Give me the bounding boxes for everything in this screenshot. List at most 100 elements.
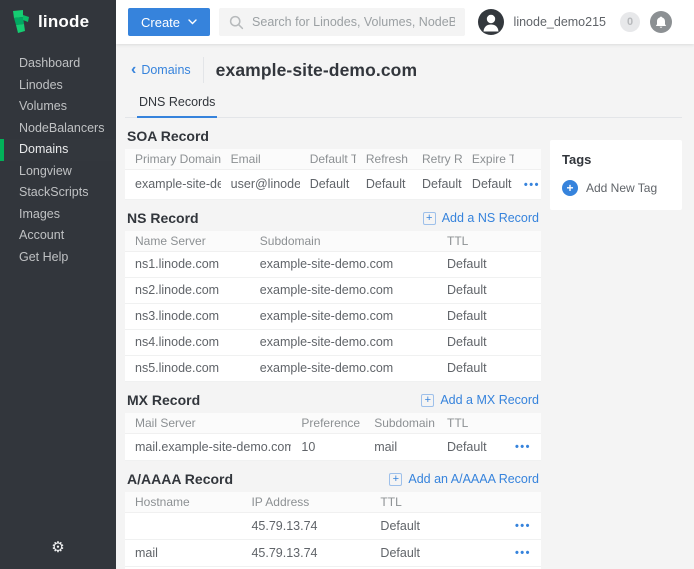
- sidebar-item-stackscripts[interactable]: StackScripts: [0, 182, 116, 204]
- sidebar-item-volumes[interactable]: Volumes: [0, 96, 116, 118]
- breadcrumb: ‹ Domains example-site-demo.com: [125, 57, 682, 83]
- row-actions-ellipsis-icon[interactable]: •••: [515, 547, 531, 559]
- section-a: A/AAAA Record+Add an A/AAAA Record Hostna…: [125, 471, 541, 569]
- column-header-expire-time: Expire Time: [462, 149, 514, 170]
- column-header-ttl: TTL: [437, 413, 499, 434]
- row-actions-cell: •••: [499, 434, 541, 461]
- row-actions-cell: •••: [499, 513, 541, 540]
- sidebar-item-dashboard[interactable]: Dashboard: [0, 53, 116, 75]
- content-columns: SOA RecordPrimary DomainEmailDefault TTL…: [125, 118, 682, 569]
- table-cell: Default: [356, 170, 412, 200]
- tags-column: Tags + Add New Tag: [550, 118, 682, 569]
- a-record-table: HostnameIP AddressTTL 45.79.13.74Default •…: [125, 492, 541, 569]
- column-header-primary-domain: Primary Domain: [125, 149, 221, 170]
- table-cell: ns3.linode.com: [125, 304, 250, 330]
- table-cell: Default: [370, 513, 499, 540]
- notification-count-badge[interactable]: 0: [620, 12, 640, 32]
- row-actions-cell: •••: [499, 540, 541, 567]
- table-row: mail45.79.13.74Default •••: [125, 540, 541, 567]
- user-area: linode_demo215 0: [478, 9, 672, 35]
- soa-record-table: Primary DomainEmailDefault TTLRefresh Ra…: [125, 149, 541, 200]
- table-cell: ns1.linode.com: [125, 252, 250, 278]
- app-window: linode DashboardLinodesVolumesNodeBalanc…: [0, 0, 694, 569]
- add-a-record-link[interactable]: +Add an A/AAAA Record: [389, 472, 539, 486]
- section-title: NS Record: [127, 210, 199, 226]
- table-row: ns4.linode.comexample-site-demo.comDefau…: [125, 330, 541, 356]
- table-row: mail.example-site-demo.com10mailDefault•…: [125, 434, 541, 461]
- column-header-actions: [514, 149, 541, 170]
- add-record-plus-icon: +: [389, 473, 402, 486]
- add-new-tag-label: Add New Tag: [586, 181, 657, 195]
- header-row: HostnameIP AddressTTL: [125, 492, 541, 513]
- page-title: example-site-demo.com: [216, 60, 417, 81]
- add-record-label: Add a MX Record: [440, 393, 539, 407]
- sidebar-item-linodes[interactable]: Linodes: [0, 75, 116, 97]
- header-row: Mail ServerPreferenceSubdomainTTL: [125, 413, 541, 434]
- column-header-retry-rate: Retry Rate: [412, 149, 462, 170]
- linode-logo-icon: [11, 10, 32, 34]
- column-header-ttl: TTL: [437, 231, 541, 252]
- add-record-plus-icon: +: [421, 394, 434, 407]
- table-cell: [125, 513, 241, 540]
- table-cell: Default: [412, 170, 462, 200]
- page-content: ‹ Domains example-site-demo.com DNS Reco…: [116, 44, 694, 569]
- row-actions-ellipsis-icon[interactable]: •••: [524, 179, 540, 191]
- sidebar-item-nodebalancers[interactable]: NodeBalancers: [0, 118, 116, 140]
- table-cell: user@linode.com: [221, 170, 300, 200]
- sidebar-item-longview[interactable]: Longview: [0, 161, 116, 183]
- table-cell: Default: [300, 170, 356, 200]
- notifications-bell-icon[interactable]: [650, 11, 672, 33]
- sidebar-item-account[interactable]: Account: [0, 225, 116, 247]
- add-mx-record-link[interactable]: + Add a MX Record: [421, 393, 539, 407]
- section-soa: SOA Record Primary DomainEmailDefault TTL…: [125, 128, 541, 200]
- table-cell: Default: [437, 330, 541, 356]
- tags-panel-title: Tags: [562, 152, 670, 167]
- table-row: example-site-demo.comuser@linode.comDefa…: [125, 170, 541, 200]
- row-actions-cell: •••: [514, 170, 541, 200]
- create-button[interactable]: Create: [128, 8, 210, 36]
- header-row: Primary DomainEmailDefault TTLRefresh Ra…: [125, 149, 541, 170]
- table-row: ns2.linode.comexample-site-demo.comDefau…: [125, 278, 541, 304]
- add-new-tag-button[interactable]: + Add New Tag: [562, 180, 670, 196]
- column-header-hostname: Hostname: [125, 492, 241, 513]
- section-header: NS Record +Add a NS Record: [127, 210, 539, 226]
- column-header-subdomain: Subdomain: [364, 413, 437, 434]
- table-cell: Default: [437, 252, 541, 278]
- column-header-email: Email: [221, 149, 300, 170]
- section-ns: NS Record +Add a NS Record Name ServerSubd…: [125, 210, 541, 382]
- row-actions-ellipsis-icon[interactable]: •••: [515, 520, 531, 532]
- section-header: A/AAAA Record+Add an A/AAAA Record: [127, 471, 539, 487]
- breadcrumb-back-link[interactable]: ‹ Domains: [125, 63, 191, 77]
- table-cell: 45.79.13.74: [241, 540, 370, 567]
- search-bar[interactable]: [219, 8, 465, 36]
- sidebar-item-get-help[interactable]: Get Help: [0, 247, 116, 269]
- add-ns-record-link[interactable]: +Add a NS Record: [423, 211, 539, 225]
- table-cell: Default: [437, 434, 499, 461]
- main-area: Create linode_demo215 0: [116, 0, 694, 569]
- sidebar: linode DashboardLinodesVolumesNodeBalanc…: [0, 0, 116, 569]
- column-header-name-server: Name Server: [125, 231, 250, 252]
- sidebar-item-domains[interactable]: Domains: [0, 139, 116, 161]
- table-cell: ns5.linode.com: [125, 356, 250, 382]
- table-cell: Default: [437, 356, 541, 382]
- table-row: 45.79.13.74Default•••: [125, 513, 541, 540]
- user-avatar-icon[interactable]: [478, 9, 504, 35]
- table-cell: mail: [125, 540, 241, 567]
- table-cell: Default: [370, 540, 499, 567]
- username[interactable]: linode_demo215: [514, 15, 606, 29]
- table-row: ns3.linode.comexample-site-demo.comDefau…: [125, 304, 541, 330]
- column-header-subdomain: Subdomain: [250, 231, 437, 252]
- search-input[interactable]: [252, 15, 455, 29]
- linode-logo[interactable]: linode: [0, 0, 116, 44]
- table-cell: example-site-demo.com: [250, 356, 437, 382]
- row-actions-ellipsis-icon[interactable]: •••: [515, 441, 531, 453]
- section-header: SOA Record: [127, 128, 539, 144]
- tab-dns-records[interactable]: DNS Records: [137, 90, 217, 118]
- section-title: SOA Record: [127, 128, 209, 144]
- column-header-ip-address: IP Address: [241, 492, 370, 513]
- table-cell: example-site-demo.com: [125, 170, 221, 200]
- sidebar-item-images[interactable]: Images: [0, 204, 116, 226]
- settings-gear-icon[interactable]: ⚙: [51, 540, 64, 555]
- breadcrumb-divider: [203, 57, 204, 83]
- column-header-default-ttl: Default TTL: [300, 149, 356, 170]
